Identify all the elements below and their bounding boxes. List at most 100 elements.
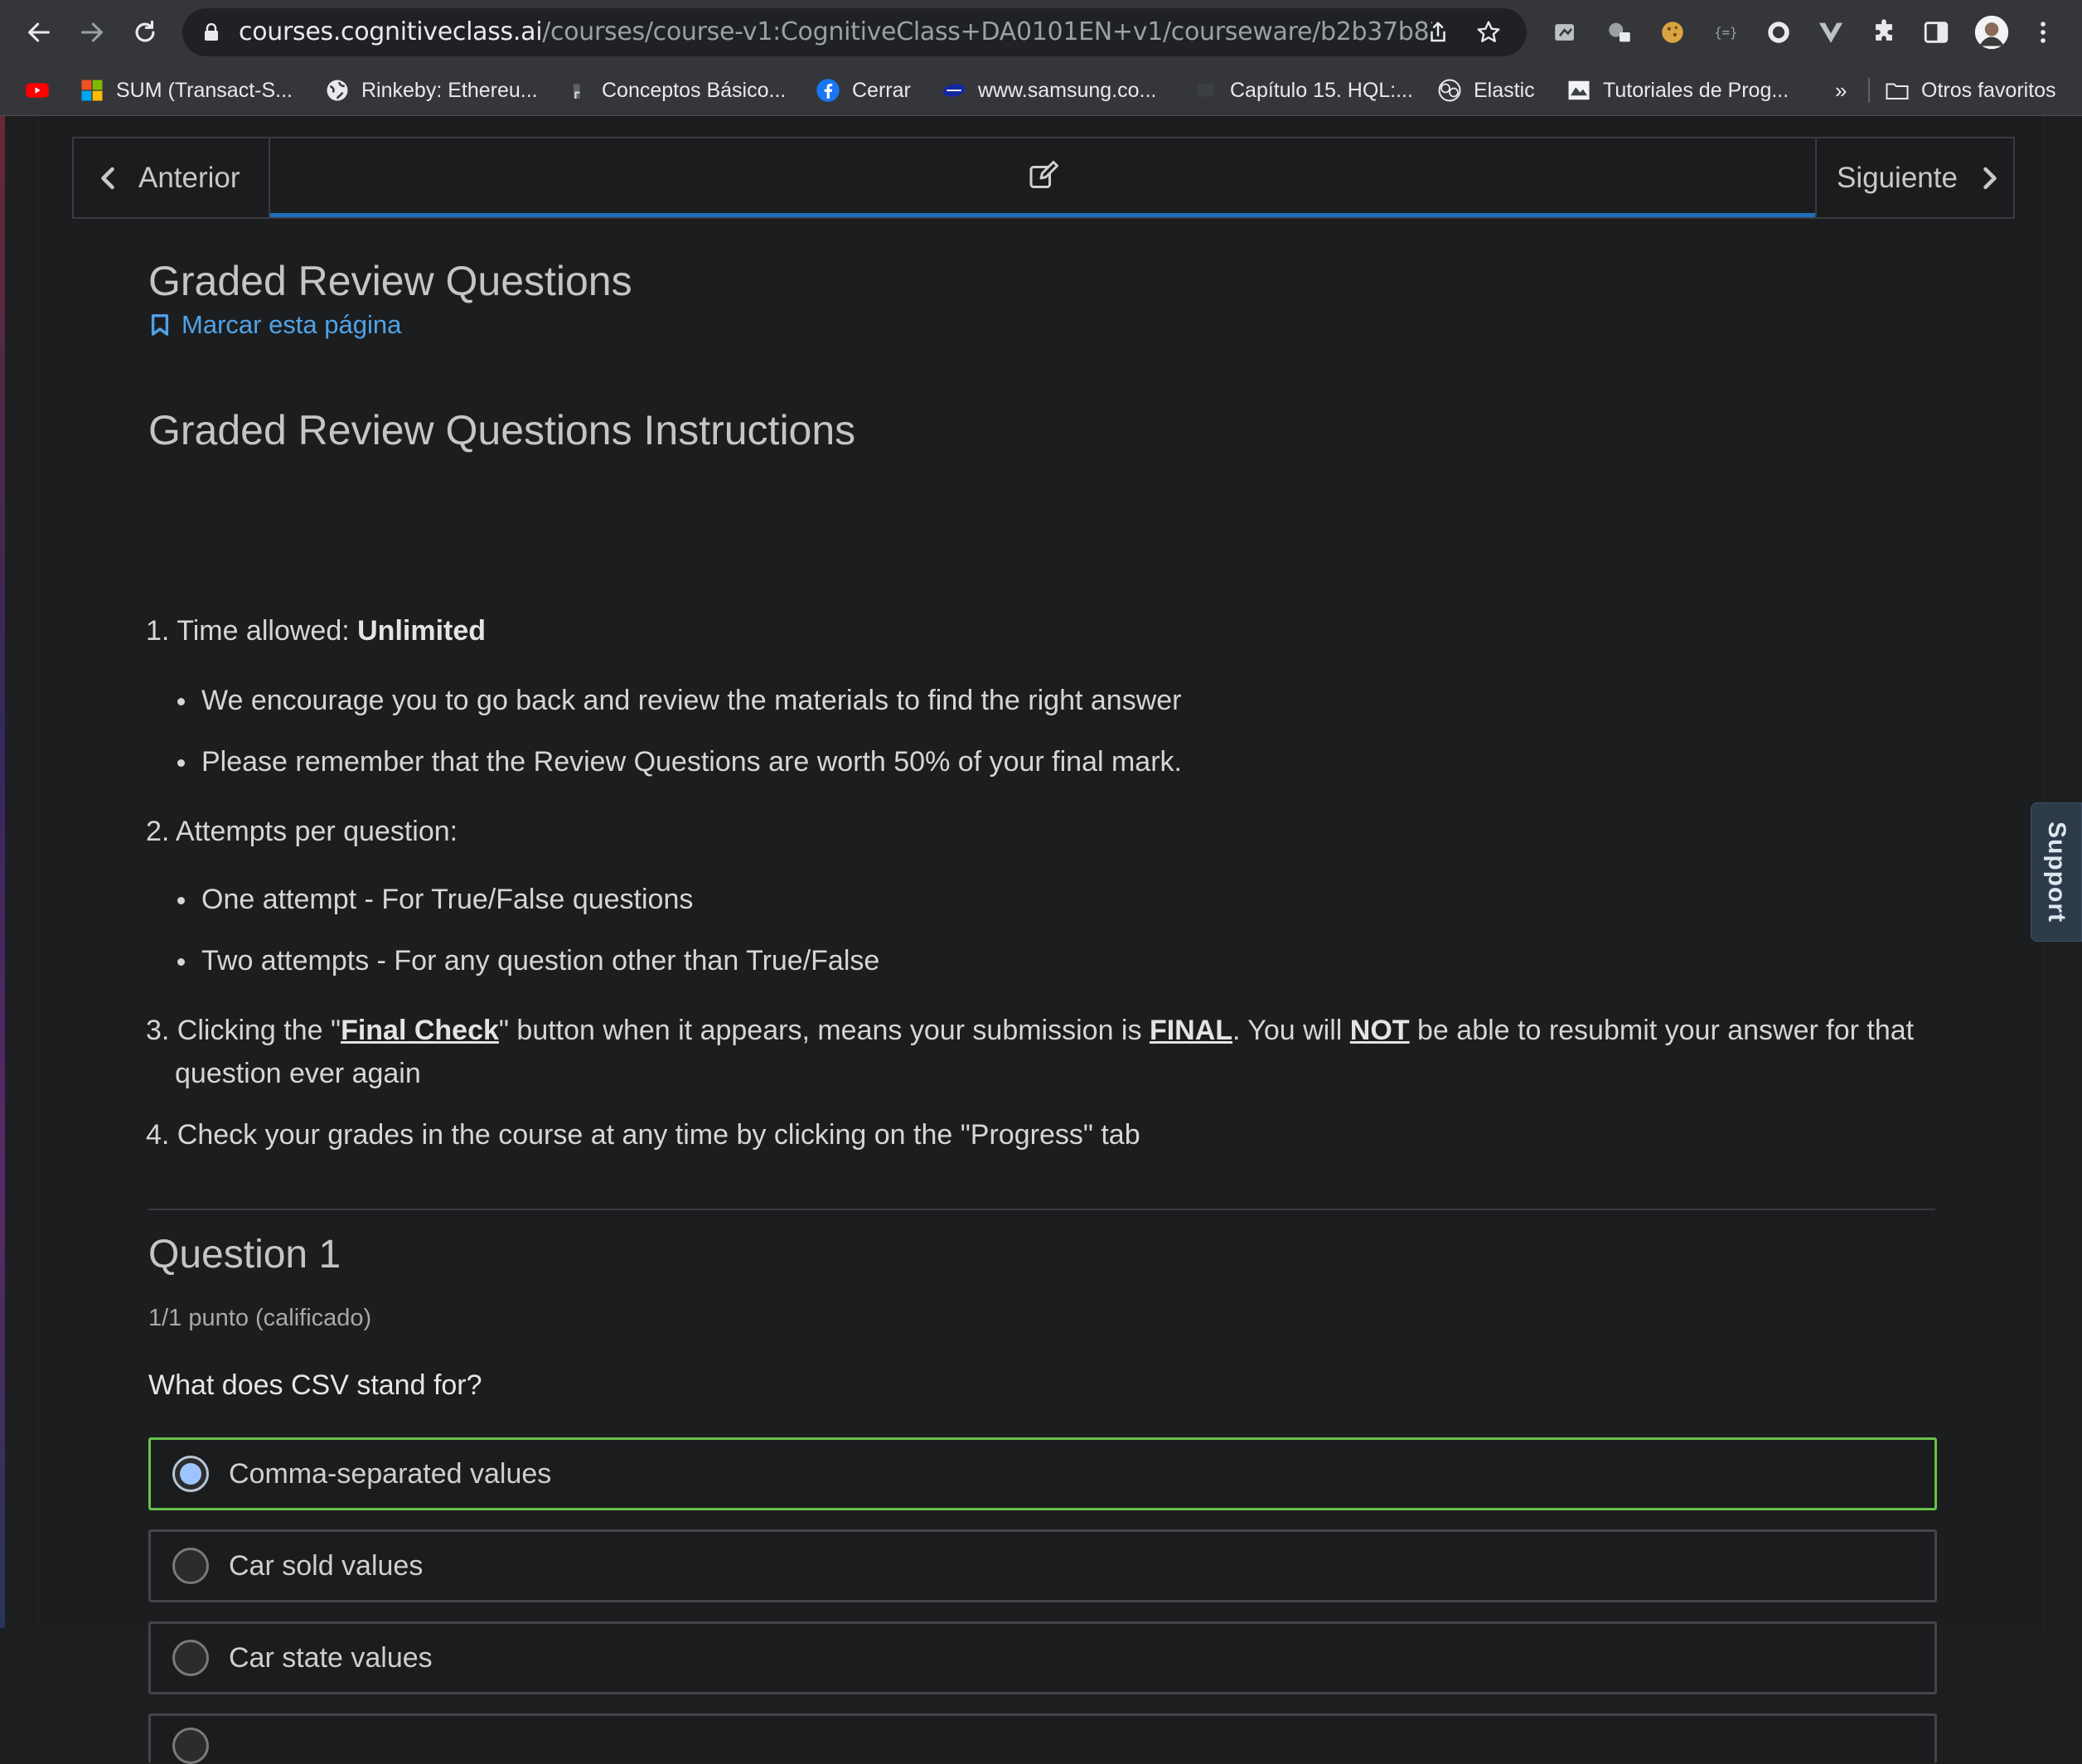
profile-avatar[interactable]: [1973, 13, 2011, 51]
bullet-dot: [177, 897, 185, 904]
radio-button[interactable]: [172, 1548, 209, 1584]
bookmark-item[interactable]: Tutoriales de Prog...: [1566, 65, 1789, 116]
forward-arrow-icon[interactable]: [71, 12, 113, 53]
window-edge: [0, 116, 5, 1628]
address-bar[interactable]: courses.cognitiveclass.ai/courses/course…: [182, 8, 1527, 56]
page-icon: [1194, 78, 1218, 103]
bookmark-item[interactable]: Capítulo 15. HQL:...: [1194, 65, 1413, 116]
radio-button[interactable]: [172, 1728, 209, 1764]
instruction-emphasis: Final Check: [341, 1015, 499, 1046]
instruction-bullet: One attempt - For True/False questions: [201, 884, 694, 915]
globe-icon: [325, 78, 350, 103]
other-bookmarks-folder[interactable]: Otros favoritos: [1885, 65, 2056, 116]
other-bookmarks-label: Otros favoritos: [1921, 78, 2056, 102]
extension-screenshot-icon[interactable]: [1550, 17, 1581, 48]
bookmark-item[interactable]: Cerrar: [816, 65, 911, 116]
bookmark-item[interactable]: www.samsung.co...: [942, 65, 1156, 116]
bookmark-label: Cerrar: [852, 78, 911, 102]
bullet-dot: [177, 759, 185, 767]
answer-option-label: Comma-separated values: [229, 1458, 552, 1490]
previous-button[interactable]: Anterior: [74, 138, 270, 217]
bookmark-item[interactable]: Elastic: [1437, 65, 1535, 116]
bookmark-label: Capítulo 15. HQL:...: [1230, 78, 1413, 102]
question-text: What does CSV stand for?: [148, 1369, 482, 1401]
youtube-icon: [25, 78, 50, 103]
next-label: Siguiente: [1837, 161, 1958, 194]
bookmark-page-label: Marcar esta página: [182, 310, 402, 339]
browser-chrome: courses.cognitiveclass.ai/courses/course…: [0, 0, 2082, 116]
tutorial-icon: [1566, 78, 1591, 103]
elastic-icon: [1437, 78, 1462, 103]
extension-json-icon[interactable]: {=}: [1709, 17, 1741, 48]
unit-tab-active[interactable]: [270, 138, 1817, 217]
instruction-emphasis: NOT: [1349, 1015, 1410, 1046]
support-tab[interactable]: Support: [2031, 802, 2082, 942]
instruction-item-1: 1. Time allowed: Unlimited: [146, 615, 486, 647]
answer-option[interactable]: Comma-separated values: [148, 1437, 1937, 1510]
answer-option[interactable]: Car sold values: [148, 1529, 1937, 1602]
extensions-puzzle-icon[interactable]: [1868, 17, 1900, 48]
instruction-item-2: 2. Attempts per question:: [146, 816, 458, 847]
bookmark-label: www.samsung.co...: [978, 78, 1157, 102]
browser-toolbar: courses.cognitiveclass.ai/courses/course…: [0, 0, 2082, 65]
next-button[interactable]: Siguiente: [1815, 138, 2013, 217]
bookmark-label: Rinkeby: Ethereu...: [361, 78, 538, 102]
reload-icon[interactable]: [124, 12, 166, 53]
extension-circle-icon[interactable]: [1763, 17, 1794, 48]
more-bookmarks-button[interactable]: »: [1835, 65, 1847, 116]
bookmark-item[interactable]: [25, 65, 50, 116]
menu-kebab-icon[interactable]: [2027, 17, 2059, 48]
page-title: Graded Review Questions: [148, 258, 632, 304]
bookmark-item[interactable]: Rinkeby: Ethereu...: [325, 65, 538, 116]
instruction-bullet: We encourage you to go back and review t…: [201, 685, 1182, 716]
bullet-dot: [177, 698, 185, 705]
bookmark-icon: [151, 314, 169, 336]
question-points: 1/1 punto (calificado): [148, 1305, 372, 1331]
bullet-dot: [177, 958, 185, 966]
bookmarks-divider: [1868, 78, 1870, 103]
radio-button[interactable]: [172, 1640, 209, 1676]
instruction-emphasis: Unlimited: [357, 615, 487, 647]
edit-icon: [1029, 161, 1058, 188]
bookmark-page-link[interactable]: Marcar esta página: [150, 310, 401, 340]
bookmark-label: Conceptos Básico...: [602, 78, 787, 102]
instruction-text: . You will: [1232, 1015, 1350, 1046]
instruction-text: 3. Clicking the ": [146, 1015, 341, 1046]
extension-translate-icon[interactable]: [1604, 17, 1635, 48]
back-arrow-icon[interactable]: [18, 12, 60, 53]
chevron-left-icon: [101, 167, 114, 189]
bookmark-star-icon[interactable]: [1475, 19, 1502, 46]
microsoft-icon: [80, 78, 104, 103]
bookmark-label: Elastic: [1474, 78, 1535, 102]
instruction-text: be able to resubmit your answer for that: [1409, 1015, 1915, 1046]
answer-option-partial[interactable]: [148, 1713, 1937, 1764]
url-text[interactable]: courses.cognitiveclass.ai/courses/course…: [239, 8, 1432, 56]
extension-cookie-icon[interactable]: [1657, 17, 1688, 48]
svg-text:{=}: {=}: [1714, 26, 1737, 41]
instruction-item-3: 3. Clicking the "Final Check" button whe…: [146, 1015, 1914, 1047]
section-divider: [148, 1209, 1935, 1210]
sequence-navigation: Anterior Siguiente: [72, 137, 2015, 219]
answer-option-label: Car state values: [229, 1642, 433, 1674]
radio-button-selected[interactable]: [172, 1456, 209, 1492]
answer-option-label: Car sold values: [229, 1550, 424, 1582]
lock-icon[interactable]: [204, 23, 219, 41]
share-icon[interactable]: [1426, 20, 1450, 45]
bookmark-item[interactable]: SUM (Transact-S...: [80, 65, 293, 116]
samsung-icon: [942, 78, 966, 103]
bookmark-label: SUM (Transact-S...: [116, 78, 293, 102]
bookmarks-bar: SUM (Transact-S... Rinkeby: Ethereu... C…: [0, 65, 2082, 116]
chevron-right-icon: [1983, 167, 1997, 189]
answer-option[interactable]: Car state values: [148, 1621, 1937, 1694]
instruction-text: " button when it appears, means your sub…: [498, 1015, 1150, 1046]
folder-icon: [1885, 78, 1910, 103]
page-icon: [565, 78, 590, 103]
facebook-icon: [816, 78, 840, 103]
instruction-item-4: 4. Check your grades in the course at an…: [146, 1119, 1140, 1151]
bookmark-item[interactable]: Conceptos Básico...: [565, 65, 786, 116]
instruction-bullet: Please remember that the Review Question…: [201, 746, 1182, 778]
instruction-item-3-continued: question ever again: [175, 1058, 421, 1089]
page-content: Anterior Siguiente Graded Review Questio…: [0, 116, 2082, 1764]
side-panel-icon[interactable]: [1920, 17, 1952, 48]
extension-vue-icon[interactable]: [1815, 17, 1847, 48]
